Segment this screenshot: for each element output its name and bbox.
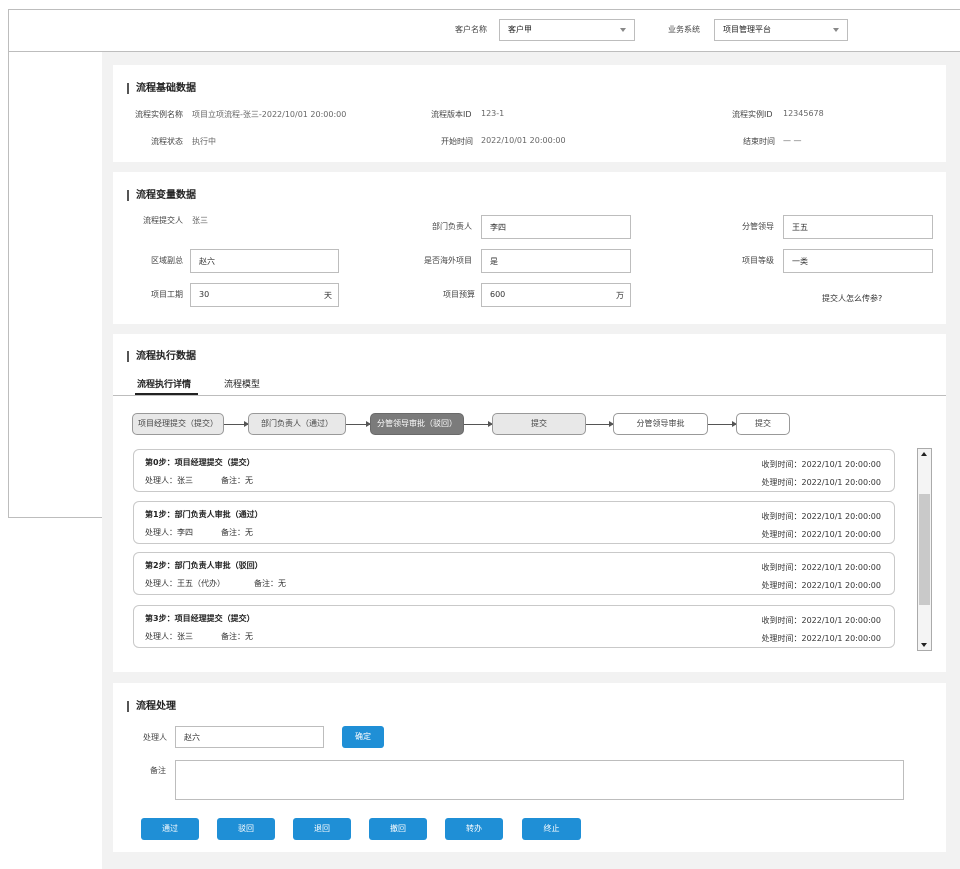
leader-input[interactable]: 王五 <box>783 215 933 239</box>
customer-select[interactable]: 客户甲 <box>499 19 635 41</box>
dept-head-input[interactable]: 李四 <box>481 215 631 239</box>
leader-label: 分管领导 <box>742 222 774 231</box>
budget-input[interactable]: 600 万 <box>481 283 631 307</box>
period-label: 项目工期 <box>151 290 183 299</box>
region-vp-label: 区域副总 <box>151 256 183 265</box>
dept-head-label: 部门负责人 <box>432 222 472 231</box>
instance-id-value: 12345678 <box>783 109 824 118</box>
status-label: 流程状态 <box>151 137 183 146</box>
approve-button[interactable]: 通过 <box>141 818 199 840</box>
flow-arrow <box>708 421 737 427</box>
customer-select-value: 客户甲 <box>508 25 532 34</box>
overseas-input[interactable]: 是 <box>481 249 631 273</box>
overseas-label: 是否海外项目 <box>424 256 472 265</box>
system-label: 业务系统 <box>668 25 700 34</box>
withdraw-button[interactable]: 撤回 <box>369 818 427 840</box>
flow-step-6[interactable]: 提交 <box>736 413 790 435</box>
version-label: 流程版本ID <box>431 110 472 119</box>
terminate-button[interactable]: 终止 <box>522 818 581 840</box>
budget-label: 项目预算 <box>443 290 475 299</box>
flow-arrow <box>224 421 249 427</box>
list-item: 第1步：部门负责人审批（通过） 处理人：李四 备注：无 收到时间：2022/10… <box>133 501 895 544</box>
flow-step-4[interactable]: 提交 <box>492 413 586 435</box>
flow-step-2[interactable]: 部门负责人（通过） <box>248 413 346 435</box>
instance-id-label: 流程实例ID <box>732 110 773 119</box>
handler-input[interactable]: 赵六 <box>175 726 324 748</box>
transfer-button[interactable]: 转办 <box>445 818 503 840</box>
variable-data-title: 流程变量数据 <box>127 190 196 201</box>
submitter-note: 提交人怎么传参? <box>822 294 883 303</box>
tab-process-model[interactable]: 流程模型 <box>224 377 260 390</box>
return-button[interactable]: 退回 <box>293 818 351 840</box>
variable-data-card: 流程变量数据 流程提交人 张三 部门负责人 李四 分管领导 王五 区域副总 赵六… <box>113 172 946 324</box>
end-time-value: — — <box>783 136 802 145</box>
end-time-label: 结束时间 <box>743 137 775 146</box>
remark-label: 备注 <box>150 766 166 775</box>
list-item: 第3步：项目经理提交（提交） 处理人：张三 备注：无 收到时间：2022/10/… <box>133 605 895 648</box>
process-card: 流程处理 处理人 赵六 确定 备注 通过 驳回 退回 撤回 转办 终止 <box>113 683 946 852</box>
scroll-down-icon[interactable] <box>921 643 927 647</box>
flow-arrow <box>346 421 371 427</box>
submitter-value: 张三 <box>192 216 208 225</box>
system-select-value: 项目管理平台 <box>723 25 771 34</box>
chevron-down-icon <box>833 28 839 32</box>
budget-unit: 万 <box>616 291 624 300</box>
system-select[interactable]: 项目管理平台 <box>714 19 848 41</box>
left-sidebar-frame <box>8 52 102 518</box>
scroll-up-icon[interactable] <box>921 452 927 456</box>
start-time-label: 开始时间 <box>441 137 473 146</box>
handler-label: 处理人 <box>143 733 167 742</box>
records-scrollbar[interactable] <box>917 448 932 651</box>
tab-execution-detail[interactable]: 流程执行详情 <box>137 377 191 390</box>
top-filter-bar: 客户名称 客户甲 业务系统 项目管理平台 <box>8 9 960 52</box>
submitter-label: 流程提交人 <box>143 216 183 225</box>
flow-arrow <box>586 421 614 427</box>
level-label: 项目等级 <box>742 256 774 265</box>
period-input[interactable]: 30 天 <box>190 283 339 307</box>
scrollbar-thumb[interactable] <box>919 494 930 605</box>
confirm-button[interactable]: 确定 <box>342 726 384 748</box>
list-item: 第2步：部门负责人审批（驳回） 处理人：王五（代办） 备注：无 收到时间：202… <box>133 552 895 595</box>
flow-step-5[interactable]: 分管领导审批 <box>613 413 708 435</box>
reject-button[interactable]: 驳回 <box>217 818 275 840</box>
customer-label: 客户名称 <box>455 25 487 34</box>
basic-data-card: 流程基础数据 流程实例名称 项目立项流程-张三-2022/10/01 20:00… <box>113 65 946 162</box>
execution-data-title: 流程执行数据 <box>127 351 196 362</box>
status-value: 执行中 <box>192 137 216 146</box>
period-unit: 天 <box>324 291 332 300</box>
flow-arrow <box>464 421 493 427</box>
start-time-value: 2022/10/01 20:00:00 <box>481 136 566 145</box>
tab-divider <box>113 395 946 396</box>
list-item: 第0步：项目经理提交（提交） 处理人：张三 备注：无 收到时间：2022/10/… <box>133 449 895 492</box>
region-vp-input[interactable]: 赵六 <box>190 249 339 273</box>
process-title: 流程处理 <box>127 701 176 712</box>
version-value: 123-1 <box>481 109 505 118</box>
basic-data-title: 流程基础数据 <box>127 83 196 94</box>
level-input[interactable]: 一类 <box>783 249 933 273</box>
flow-step-1[interactable]: 项目经理提交（提交） <box>132 413 224 435</box>
chevron-down-icon <box>620 28 626 32</box>
instance-name-value: 项目立项流程-张三-2022/10/01 20:00:00 <box>192 110 347 119</box>
instance-name-label: 流程实例名称 <box>135 110 183 119</box>
flow-step-3[interactable]: 分管领导审批（驳回） <box>370 413 464 435</box>
remark-textarea[interactable] <box>175 760 904 800</box>
